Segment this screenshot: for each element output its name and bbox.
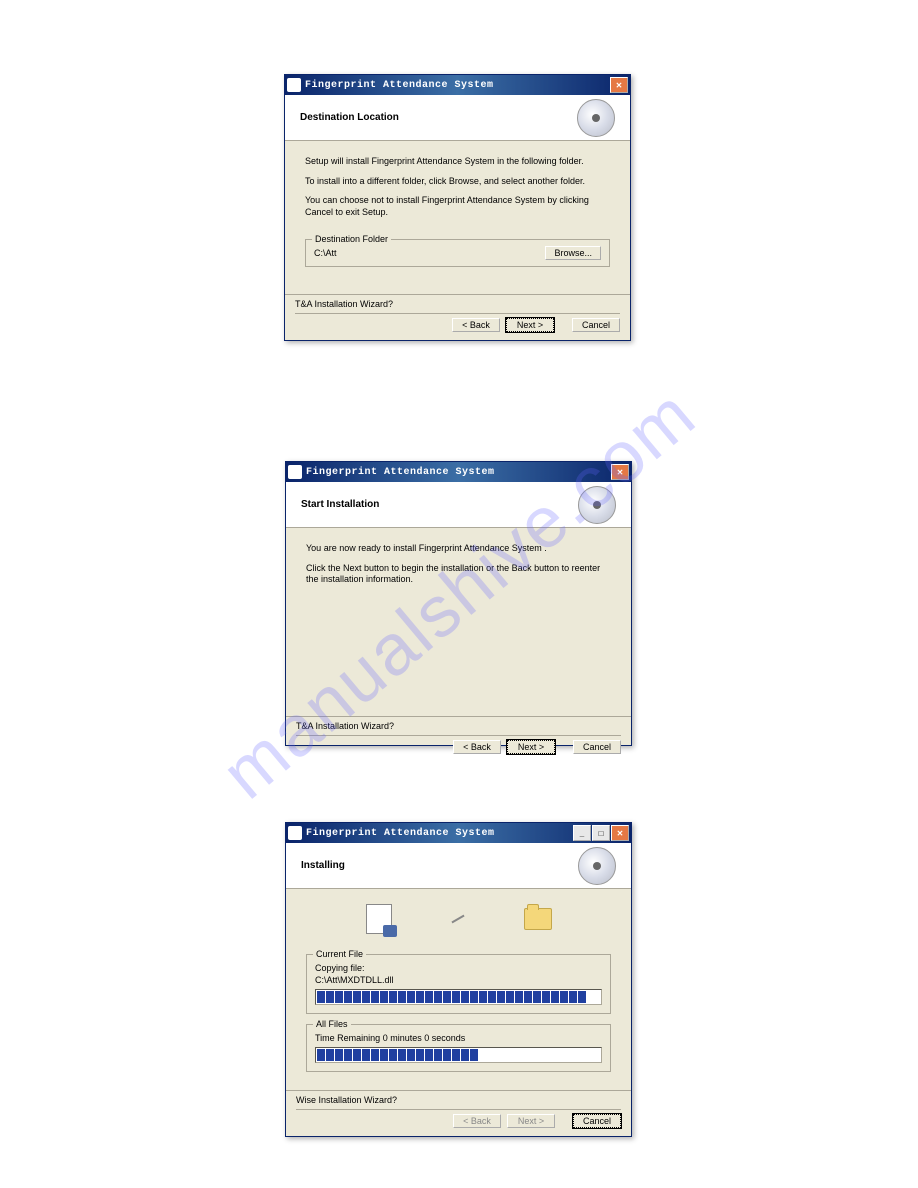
wizard-label: T&A Installation Wizard?: [295, 299, 620, 309]
cancel-button[interactable]: Cancel: [573, 740, 621, 754]
instruction-text-1: Setup will install Fingerprint Attendanc…: [305, 156, 610, 168]
next-button: Next >: [507, 1114, 555, 1128]
pen-icon: [451, 915, 464, 924]
instruction-text: Click the Next button to begin the insta…: [306, 563, 611, 586]
app-icon: [288, 465, 302, 479]
dialog-header: Destination Location: [285, 95, 630, 141]
close-icon[interactable]: ✕: [611, 464, 629, 480]
destination-folder-group: C:\Att Browse...: [305, 239, 610, 267]
browse-button[interactable]: Browse...: [545, 246, 601, 260]
all-files-progress: [315, 1047, 602, 1063]
cancel-button[interactable]: Cancel: [573, 1114, 621, 1128]
back-button: < Back: [453, 1114, 501, 1128]
back-button[interactable]: < Back: [453, 740, 501, 754]
wizard-label: Wise Installation Wizard?: [296, 1095, 621, 1105]
destination-dialog: Fingerprint Attendance System ✕ Destinat…: [284, 74, 631, 341]
next-button[interactable]: Next >: [507, 740, 555, 754]
titlebar[interactable]: Fingerprint Attendance System ✕: [285, 75, 630, 95]
instruction-text-3: You can choose not to install Fingerprin…: [305, 195, 610, 218]
minimize-icon[interactable]: _: [573, 825, 591, 841]
header-title: Installing: [301, 860, 345, 871]
window-title: Fingerprint Attendance System: [305, 80, 610, 91]
header-title: Start Installation: [301, 499, 379, 510]
window-title: Fingerprint Attendance System: [306, 828, 573, 839]
copying-label: Copying file:: [315, 963, 602, 973]
copying-path: C:\Att\MXDTDLL.dll: [315, 975, 602, 985]
app-icon: [288, 826, 302, 840]
footer-area: Wise Installation Wizard? < Back Next > …: [286, 1090, 631, 1136]
destination-path: C:\Att: [314, 248, 337, 258]
instruction-text-2: To install into a different folder, clic…: [305, 176, 610, 188]
ready-text: You are now ready to install Fingerprint…: [306, 543, 611, 555]
next-button[interactable]: Next >: [506, 318, 554, 332]
install-graphic-row: [306, 894, 611, 944]
folder-icon: [524, 908, 552, 930]
wizard-label: T&A Installation Wizard?: [296, 721, 621, 731]
close-icon[interactable]: ✕: [610, 77, 628, 93]
current-file-group: Copying file: C:\Att\MXDTDLL.dll: [306, 954, 611, 1014]
installing-dialog: Fingerprint Attendance System _ □ ✕ Inst…: [285, 822, 632, 1137]
content-area: Copying file: C:\Att\MXDTDLL.dll Time Re…: [286, 889, 631, 1090]
cd-icon: [578, 847, 616, 885]
header-title: Destination Location: [300, 112, 399, 123]
maximize-icon[interactable]: □: [592, 825, 610, 841]
dialog-header: Start Installation: [286, 482, 631, 528]
footer-area: T&A Installation Wizard? < Back Next > C…: [286, 716, 631, 762]
content-area: You are now ready to install Fingerprint…: [286, 528, 631, 716]
window-title: Fingerprint Attendance System: [306, 467, 611, 478]
cd-icon: [578, 486, 616, 524]
button-row: < Back Next > Cancel: [296, 1114, 621, 1128]
app-icon: [287, 78, 301, 92]
cd-icon: [577, 99, 615, 137]
titlebar[interactable]: Fingerprint Attendance System _ □ ✕: [286, 823, 631, 843]
content-area: Setup will install Fingerprint Attendanc…: [285, 141, 630, 294]
all-files-group: Time Remaining 0 minutes 0 seconds: [306, 1024, 611, 1072]
dialog-header: Installing: [286, 843, 631, 889]
titlebar[interactable]: Fingerprint Attendance System ✕: [286, 462, 631, 482]
start-install-dialog: Fingerprint Attendance System ✕ Start In…: [285, 461, 632, 746]
button-row: < Back Next > Cancel: [295, 318, 620, 332]
button-row: < Back Next > Cancel: [296, 740, 621, 754]
cancel-button[interactable]: Cancel: [572, 318, 620, 332]
time-remaining: Time Remaining 0 minutes 0 seconds: [315, 1033, 602, 1043]
back-button[interactable]: < Back: [452, 318, 500, 332]
close-icon[interactable]: ✕: [611, 825, 629, 841]
document-icon: [366, 904, 392, 934]
current-file-progress: [315, 989, 602, 1005]
footer-area: T&A Installation Wizard? < Back Next > C…: [285, 294, 630, 340]
